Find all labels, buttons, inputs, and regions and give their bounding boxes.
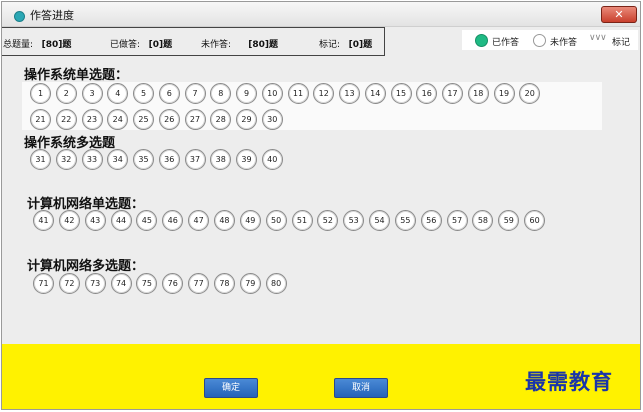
question-button[interactable]: 39: [236, 149, 257, 170]
legend-answered: 已作答: [492, 38, 520, 48]
legend-marked: 标记: [612, 38, 631, 48]
question-button[interactable]: 32: [55, 149, 77, 170]
question-button[interactable]: 13: [339, 83, 360, 104]
app-icon: [14, 11, 25, 22]
question-button[interactable]: 21: [30, 109, 51, 130]
mark-wave-icon: ∨∨∨: [589, 33, 607, 43]
question-button[interactable]: 9: [236, 83, 257, 104]
question-button[interactable]: 76: [162, 273, 184, 294]
question-button[interactable]: 60: [524, 210, 546, 231]
question-button[interactable]: 14: [364, 83, 386, 104]
question-button[interactable]: 17: [442, 83, 463, 104]
question-button[interactable]: 78: [213, 273, 235, 294]
stat-unanswered: 未作答: [80]题: [201, 40, 278, 50]
brand-watermark: 最需教育: [525, 369, 613, 394]
question-button[interactable]: 26: [158, 109, 180, 130]
question-button[interactable]: 57: [446, 210, 468, 231]
question-button[interactable]: 47: [188, 210, 210, 231]
question-button[interactable]: 44: [110, 210, 132, 231]
question-button[interactable]: 53: [343, 210, 365, 231]
question-button[interactable]: 48: [213, 210, 235, 231]
question-button[interactable]: 45: [136, 210, 158, 231]
close-button[interactable]: ✕: [601, 6, 637, 23]
progress-dialog: 作答进度 ✕ 总题量: [80]题 已做答: [0]题 未作答: [80]题 标…: [1, 1, 641, 410]
question-button[interactable]: 3: [81, 83, 103, 104]
question-button[interactable]: 18: [467, 83, 489, 104]
window-title: 作答进度: [30, 9, 74, 22]
question-button[interactable]: 15: [390, 83, 412, 104]
question-button[interactable]: 72: [58, 273, 80, 294]
question-button[interactable]: 22: [55, 109, 77, 130]
section-title-net-multi: 计算机网络多选题：: [27, 259, 145, 274]
question-button[interactable]: 23: [81, 109, 103, 130]
question-button[interactable]: 25: [133, 109, 154, 130]
confirm-button[interactable]: 确定: [204, 378, 258, 398]
question-button[interactable]: 52: [317, 210, 339, 231]
question-button[interactable]: 54: [369, 210, 391, 231]
question-button[interactable]: 51: [291, 210, 313, 231]
legend: 已作答 未作答 ∨∨∨ 标记: [462, 30, 638, 50]
question-button[interactable]: 71: [33, 273, 54, 294]
title-bar: 作答进度 ✕: [2, 2, 640, 27]
question-button[interactable]: 74: [110, 273, 132, 294]
question-button[interactable]: 80: [265, 273, 287, 294]
question-button[interactable]: 43: [84, 210, 106, 231]
question-button[interactable]: 77: [188, 273, 210, 294]
question-button[interactable]: 35: [133, 149, 154, 170]
stat-total: 总题量: [80]题: [3, 40, 72, 50]
question-button[interactable]: 29: [236, 109, 257, 130]
question-button[interactable]: 37: [184, 149, 206, 170]
question-button[interactable]: 6: [158, 83, 180, 104]
stat-marked: 标记: [0]题: [319, 40, 373, 50]
question-button[interactable]: 31: [30, 149, 51, 170]
question-button[interactable]: 55: [394, 210, 416, 231]
question-button[interactable]: 41: [33, 210, 54, 231]
question-button[interactable]: 30: [261, 109, 283, 130]
question-button[interactable]: 2: [55, 83, 77, 104]
question-button[interactable]: 42: [58, 210, 80, 231]
question-button[interactable]: 1: [30, 83, 51, 104]
legend-unanswered: 未作答: [550, 38, 578, 48]
question-button[interactable]: 75: [136, 273, 158, 294]
question-button[interactable]: 49: [239, 210, 261, 231]
stats-panel: 总题量: [80]题 已做答: [0]题 未作答: [80]题 标记: [0]题: [2, 27, 385, 56]
question-button[interactable]: 7: [184, 83, 206, 104]
question-button[interactable]: 38: [210, 149, 232, 170]
question-button[interactable]: 79: [239, 273, 261, 294]
question-button[interactable]: 34: [107, 149, 129, 170]
cancel-button[interactable]: 取消: [334, 378, 388, 398]
question-button[interactable]: 11: [287, 83, 309, 104]
question-button[interactable]: 58: [472, 210, 494, 231]
question-button[interactable]: 19: [493, 83, 515, 104]
question-button[interactable]: 40: [261, 149, 283, 170]
question-button[interactable]: 59: [498, 210, 520, 231]
question-button[interactable]: 50: [265, 210, 287, 231]
answered-dot-icon: [475, 34, 488, 47]
question-button[interactable]: 10: [261, 83, 283, 104]
section-title-os-single: 操作系统单选题：: [24, 68, 129, 83]
question-button[interactable]: 27: [184, 109, 206, 130]
stat-answered: 已做答: [0]题: [110, 40, 173, 50]
question-button[interactable]: 56: [420, 210, 442, 231]
unanswered-dot-icon: [533, 34, 546, 47]
question-button[interactable]: 73: [84, 273, 106, 294]
question-button[interactable]: 36: [158, 149, 180, 170]
close-icon: ✕: [614, 8, 624, 21]
section-title-os-multi: 操作系统多选题: [24, 136, 116, 151]
question-button[interactable]: 5: [133, 83, 154, 104]
question-button[interactable]: 33: [81, 149, 103, 170]
question-button[interactable]: 46: [162, 210, 184, 231]
